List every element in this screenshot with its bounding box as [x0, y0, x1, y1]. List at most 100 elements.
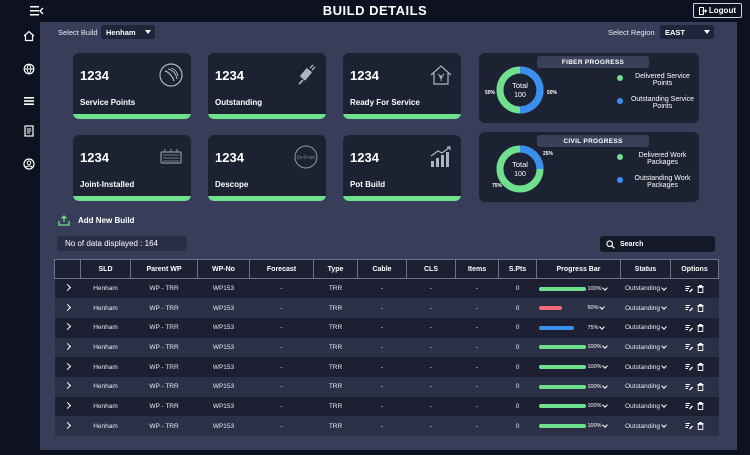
expand-chevron-icon[interactable]	[63, 401, 72, 410]
table-cell: TRR	[313, 298, 358, 318]
trash-icon[interactable]	[697, 304, 704, 312]
table-cell: -	[406, 357, 456, 377]
expand-chevron-icon[interactable]	[63, 342, 72, 350]
column-header: WP-No	[197, 259, 250, 279]
trash-icon[interactable]	[697, 323, 704, 332]
table-cell: -	[406, 396, 456, 417]
civil-progress-donut: Total 100	[496, 145, 544, 193]
progress-fill	[538, 325, 574, 330]
cell-sld: Henham	[93, 285, 118, 293]
stat-bar	[208, 196, 326, 201]
progress-value[interactable]: 100%	[588, 402, 608, 409]
status-dropdown[interactable]: Outstanding	[621, 422, 671, 430]
cell-parent-wp: WP - TRR	[149, 343, 179, 351]
table-cell: WP153	[197, 278, 250, 299]
trash-icon[interactable]	[697, 343, 704, 352]
edit-list-icon[interactable]	[685, 324, 693, 332]
table-cell: 75%	[536, 317, 621, 338]
progress-fill	[538, 384, 586, 389]
table-row[interactable]: Henham WP - TRR WP153 - TRR - - - 0 100% Outstan…	[54, 337, 719, 358]
progress-value[interactable]: 50%	[588, 304, 605, 311]
expand-chevron-icon[interactable]	[63, 421, 72, 429]
progress-bar: 75%	[537, 323, 621, 331]
table-row[interactable]: Henham WP - TRR WP153 - TRR - - - 0 50% Outstand…	[54, 298, 719, 318]
cell-parent-wp: WP - TRR	[149, 383, 179, 391]
stat-card-service-points[interactable]: 1234 Service Points	[73, 53, 191, 119]
status-dropdown[interactable]: Outstanding	[621, 304, 671, 312]
table-cell: Henham	[80, 416, 131, 436]
trash-icon[interactable]	[697, 422, 704, 431]
status-dropdown[interactable]: Outstanding	[621, 402, 671, 410]
stat-card-outstanding[interactable]: 1234 Outstanding	[208, 53, 326, 119]
table-cell: -	[455, 337, 499, 358]
table-row[interactable]: Henham WP - TRR WP153 - TRR - - - 0 100% Outstan…	[54, 376, 719, 397]
cell-cls: -	[429, 422, 433, 430]
stat-card-descope[interactable]: 1234 Descope De-Scope	[208, 135, 326, 201]
expand-chevron-icon[interactable]	[63, 382, 72, 390]
table-row[interactable]: Henham WP - TRR WP153 - TRR - - - 0 100% Outstan…	[54, 396, 719, 417]
trash-icon[interactable]	[697, 382, 704, 391]
table-cell: -	[249, 357, 314, 377]
table-cell: WP - TRR	[130, 416, 198, 436]
progress-value[interactable]: 100%	[588, 363, 608, 370]
search-input[interactable]: Search	[600, 236, 715, 252]
user-profile-icon[interactable]	[23, 158, 35, 170]
network-globe-icon[interactable]	[23, 63, 35, 75]
status-dropdown[interactable]: Outstanding	[621, 323, 671, 331]
stat-label: Service Points	[80, 98, 136, 107]
region-select[interactable]: EAST	[660, 25, 714, 39]
edit-list-icon[interactable]	[685, 422, 693, 430]
status-dropdown[interactable]: Outstanding	[621, 343, 671, 351]
legend-delivered: Delivered Work Packages	[617, 152, 697, 166]
progress-bar: 50%	[537, 304, 621, 311]
cell-wp-no: WP153	[212, 304, 235, 312]
progress-value[interactable]: 100%	[588, 422, 608, 429]
table-cell: TRR	[313, 317, 358, 338]
add-new-build-button[interactable]: Add New Build	[58, 215, 134, 226]
trash-icon[interactable]	[697, 363, 704, 372]
column-header: SLD	[80, 259, 131, 279]
table-row[interactable]: Henham WP - TRR WP153 - TRR - - - 0 75% Outstand…	[54, 317, 719, 338]
table-row[interactable]: Henham WP - TRR WP153 - TRR - - - 0 100% Outstan…	[54, 278, 719, 299]
edit-list-icon[interactable]	[685, 285, 693, 293]
trash-icon[interactable]	[697, 284, 704, 293]
table-row[interactable]: Henham WP - TRR WP153 - TRR - - - 0 100% Outstan…	[54, 416, 719, 436]
table-cell: TRR	[313, 337, 358, 358]
document-icon[interactable]	[23, 125, 35, 137]
list-icon[interactable]	[23, 95, 35, 107]
stat-card-joint-installed[interactable]: 1234 Joint-Installed	[73, 135, 191, 201]
table-cell: TRR	[313, 416, 358, 436]
satellite-dish-icon	[159, 63, 183, 87]
edit-list-icon[interactable]	[685, 402, 693, 410]
progress-value[interactable]: 100%	[587, 343, 608, 351]
build-select[interactable]: Henham	[101, 25, 155, 39]
progress-value[interactable]: 100%	[588, 382, 608, 390]
stat-card-ready-for-service[interactable]: 1234 Ready For Service	[343, 53, 461, 119]
expand-chevron-icon[interactable]	[63, 362, 72, 370]
expand-chevron-icon[interactable]	[63, 303, 72, 311]
status-dropdown[interactable]: Outstanding	[621, 284, 671, 292]
trash-icon[interactable]	[697, 402, 704, 411]
status-label: Outstanding	[624, 402, 661, 410]
stat-card-pot-build[interactable]: 1234 Pot Build	[343, 135, 461, 201]
progress-value[interactable]: 100%	[588, 284, 608, 292]
edit-list-icon[interactable]	[685, 343, 693, 351]
cell-items: -	[475, 383, 479, 391]
table-row[interactable]: Henham WP - TRR WP153 - TRR - - - 0 100% Outstan…	[54, 357, 719, 377]
status-dropdown[interactable]: Outstanding	[621, 363, 671, 371]
progress-label: 100%	[587, 344, 602, 351]
home-icon[interactable]	[23, 30, 35, 42]
expand-chevron-icon[interactable]	[63, 284, 72, 292]
bar-growth-icon	[430, 146, 451, 167]
logout-button[interactable]: Logout	[692, 3, 742, 18]
expand-chevron-icon[interactable]	[63, 323, 72, 331]
table-cell: -	[249, 298, 314, 318]
edit-list-icon[interactable]	[685, 304, 693, 312]
table-cell: -	[357, 376, 407, 397]
chevron-down-icon	[598, 323, 605, 330]
edit-list-icon[interactable]	[685, 363, 693, 371]
cell-forecast: -	[280, 324, 283, 332]
status-dropdown[interactable]: Outstanding	[621, 382, 671, 390]
edit-list-icon[interactable]	[685, 383, 693, 391]
progress-value[interactable]: 75%	[588, 323, 605, 331]
